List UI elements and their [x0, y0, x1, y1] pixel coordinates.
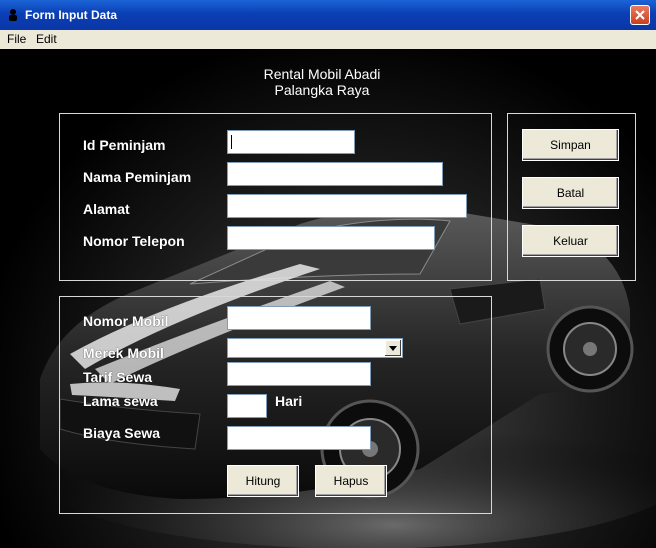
- text-caret: [231, 135, 232, 149]
- chevron-down-icon: [389, 346, 397, 351]
- car-brand-combobox[interactable]: [227, 338, 403, 358]
- form-body: Rental Mobil Abadi Palangka Raya Id Pemi…: [0, 49, 656, 548]
- company-name: Rental Mobil Abadi: [263, 66, 381, 82]
- address-label: Alamat: [83, 201, 130, 217]
- phone-label: Nomor Telepon: [83, 233, 185, 249]
- rate-label: Tarif Sewa: [83, 369, 152, 385]
- close-button[interactable]: [630, 5, 650, 25]
- menu-edit[interactable]: Edit: [36, 32, 57, 46]
- title-bar: Form Input Data: [0, 0, 656, 30]
- menu-bar: File Edit: [0, 30, 656, 50]
- address-input[interactable]: [227, 194, 467, 218]
- compute-button[interactable]: Hitung: [227, 465, 299, 497]
- car-number-input[interactable]: [227, 306, 371, 330]
- app-icon: [9, 9, 17, 21]
- close-icon: [635, 10, 645, 20]
- window-title: Form Input Data: [25, 8, 117, 22]
- customer-id-label: Id Peminjam: [83, 137, 166, 153]
- car-brand-dropdown-button[interactable]: [385, 340, 401, 356]
- duration-input[interactable]: [227, 394, 267, 418]
- car-brand-label: Merek Mobil: [83, 345, 164, 361]
- cost-input[interactable]: [227, 426, 371, 450]
- car-number-label: Nomor Mobil: [83, 313, 169, 329]
- duration-label: Lama sewa: [83, 393, 158, 409]
- duration-unit-label: Hari: [275, 393, 303, 409]
- cost-label: Biaya Sewa: [83, 425, 161, 441]
- customer-name-label: Nama Peminjam: [83, 169, 192, 185]
- customer-name-input[interactable]: [227, 162, 443, 186]
- company-city: Palangka Raya: [274, 82, 370, 98]
- customer-id-input[interactable]: [227, 130, 355, 154]
- exit-button[interactable]: Keluar: [522, 225, 619, 257]
- rate-input[interactable]: [227, 362, 371, 386]
- phone-input[interactable]: [227, 226, 435, 250]
- clear-button[interactable]: Hapus: [315, 465, 387, 497]
- menu-file[interactable]: File: [7, 32, 26, 46]
- cancel-button[interactable]: Batal: [522, 177, 619, 209]
- save-button[interactable]: Simpan: [522, 129, 619, 161]
